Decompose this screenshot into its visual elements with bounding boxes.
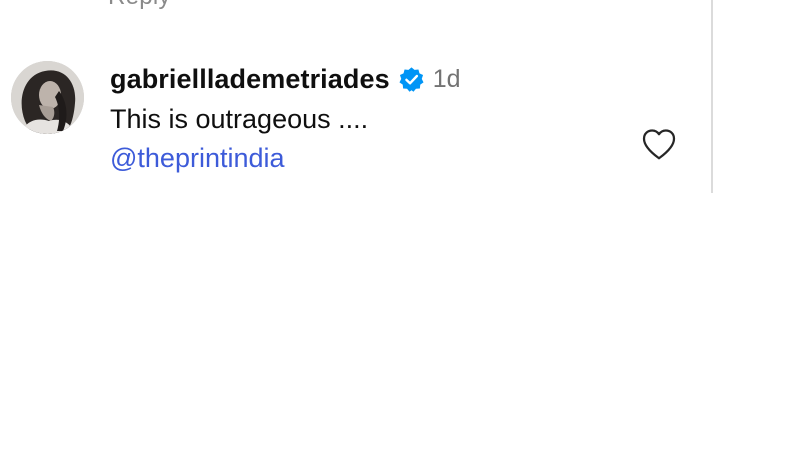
comment-text: This is outrageous .... bbox=[110, 104, 369, 134]
comment-timestamp[interactable]: 1d bbox=[433, 65, 461, 94]
comment-panel: Reply gabrielllademetriades 1d This is o… bbox=[0, 0, 800, 450]
comment-header: gabrielllademetriades 1d bbox=[110, 64, 461, 95]
panel-divider bbox=[711, 0, 713, 193]
comment-username[interactable]: gabrielllademetriades bbox=[110, 64, 390, 95]
previous-comment-reply-link[interactable]: Reply bbox=[108, 0, 171, 11]
heart-outline-icon bbox=[642, 129, 676, 160]
avatar[interactable] bbox=[11, 61, 84, 134]
verified-badge-icon bbox=[399, 67, 424, 92]
mention-link[interactable]: @theprintindia bbox=[110, 143, 285, 174]
avatar-image bbox=[11, 61, 84, 134]
like-button[interactable] bbox=[641, 127, 677, 161]
